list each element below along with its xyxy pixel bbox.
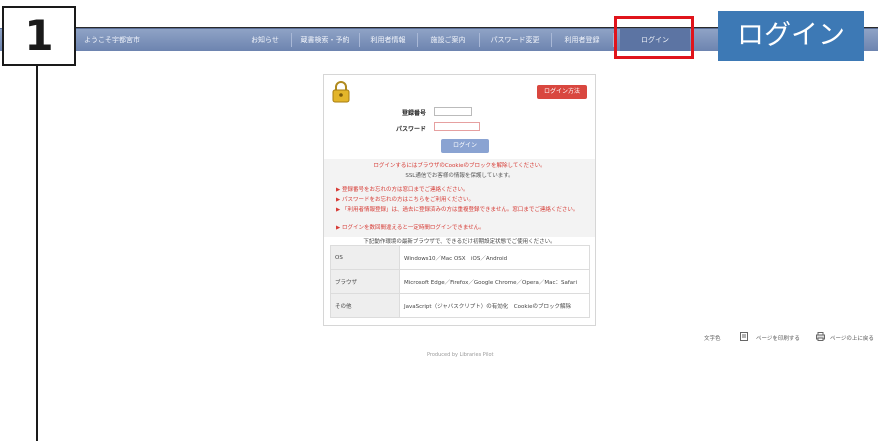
- document-icon: [740, 332, 748, 341]
- table-row: その他 JavaScript（ジャバスクリプト）の有効化 Cookieのブロック…: [330, 293, 590, 318]
- notice-bullet: ▶ 「利用者情報登録」は、過去に登録済みの方は重複登録できません。窓口までご連絡…: [336, 207, 579, 213]
- env-value-other: JavaScript（ジャバスクリプト）の有効化 Cookieのブロック解除: [399, 293, 590, 318]
- welcome-text: ようこそ宇都宮市: [84, 36, 140, 44]
- nav-item-news[interactable]: お知らせ: [240, 29, 290, 51]
- step-number-box: 1: [2, 6, 76, 66]
- cookie-notice: ログインするにはブラウザのCookieのブロックを解除してください。: [373, 163, 546, 169]
- login-highlight-frame: [614, 16, 694, 59]
- password-input[interactable]: [434, 122, 480, 131]
- nav-item-register[interactable]: 利用者登録: [552, 29, 612, 51]
- login-callout-label: ログイン: [718, 11, 864, 61]
- notice-bullet: ▶ ログインを数回間違えると一定時間ログインできません。: [336, 225, 485, 231]
- env-head-os: OS: [330, 245, 400, 270]
- footer-text: Produced by Libraries Pilot: [427, 352, 494, 358]
- password-label: パスワード: [395, 126, 426, 133]
- id-label: 登録番号: [401, 110, 426, 117]
- env-head-browser: ブラウザ: [330, 269, 400, 294]
- notice-bullet: ▶ 登録番号をお忘れの方は窓口までご連絡ください。: [336, 187, 469, 193]
- nav-item-search[interactable]: 蔵書検索・予約: [292, 29, 358, 51]
- env-head-other: その他: [330, 293, 400, 318]
- table-row: ブラウザ Microsoft Edge／Firefox／Google Chrom…: [330, 269, 590, 294]
- printer-icon: [816, 332, 825, 341]
- nav-item-password[interactable]: パスワード変更: [480, 29, 550, 51]
- print-link[interactable]: ページを印刷する: [756, 334, 800, 342]
- lock-icon: [332, 81, 350, 103]
- page-top-link[interactable]: ページの上に戻る: [830, 334, 874, 342]
- env-value-browser: Microsoft Edge／Firefox／Google Chrome／Ope…: [399, 269, 590, 294]
- login-button[interactable]: ログイン: [441, 139, 489, 153]
- id-input[interactable]: [434, 107, 472, 116]
- notice-area: ログインするにはブラウザのCookieのブロックを解除してください。 SSL通信…: [324, 159, 595, 237]
- environment-title: 下記動作環境の最新ブラウザで、できるだけ初期設定状態でご使用ください。: [363, 239, 556, 245]
- notice-bullet: ▶ パスワードをお忘れの方はこちらをご利用ください。: [336, 197, 474, 203]
- nav-item-facility[interactable]: 施設ご案内: [418, 29, 478, 51]
- ssl-notice: SSL通信でお客様の情報を保護しています。: [405, 173, 514, 179]
- login-help-button[interactable]: ログイン方法: [537, 85, 587, 99]
- table-row: OS Windows10／Mac OSX iOS／Android: [330, 245, 590, 270]
- env-value-os: Windows10／Mac OSX iOS／Android: [399, 245, 590, 270]
- login-panel: ログイン方法 登録番号 パスワード ログイン ログインするにはブラウザのCook…: [323, 74, 596, 326]
- environment-table: OS Windows10／Mac OSX iOS／Android ブラウザ Mi…: [330, 245, 590, 318]
- nav-item-user-info[interactable]: 利用者情報: [360, 29, 416, 51]
- step-connector-line: [36, 66, 38, 441]
- text-size-link[interactable]: 文字色: [704, 334, 721, 342]
